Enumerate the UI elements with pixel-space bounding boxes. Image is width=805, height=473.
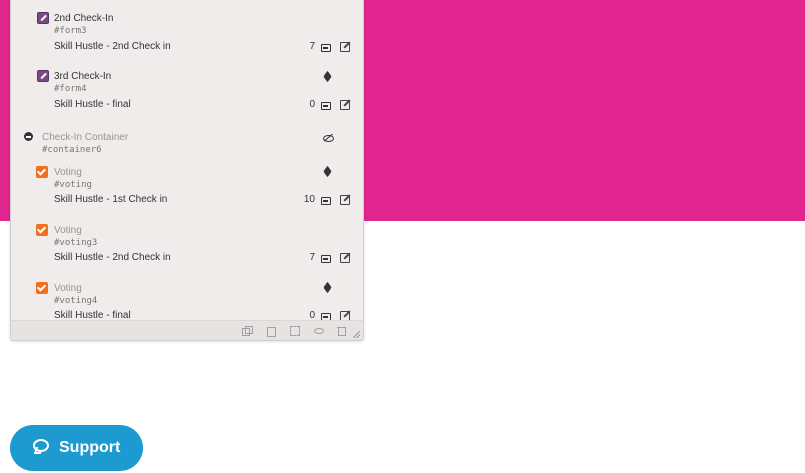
edit-icon[interactable] [339,251,351,263]
list-item-voting[interactable]: Voting #voting Skill Hustle - 1st Check … [11,160,363,216]
item-count: 7 [309,252,315,263]
list-item-form4[interactable]: 3rd Check-In #form4 Skill Hustle - final… [11,58,363,116]
item-subtitle: Skill Hustle - 2nd Check in [54,41,171,52]
edit-icon[interactable] [339,98,351,110]
inbox-icon[interactable] [320,99,332,111]
voting-checkbox-icon [36,282,48,294]
edit-icon[interactable] [339,40,351,52]
select-icon[interactable] [290,326,300,336]
inbox-icon[interactable] [320,41,332,53]
list-item-voting4[interactable]: Voting #voting4 Skill Hustle - final 0 [11,276,363,321]
item-id: #voting [54,180,92,190]
item-count: 0 [309,99,315,110]
remove-circle-icon[interactable] [24,132,33,141]
item-subtitle: Skill Hustle - final [54,99,131,110]
list-item-form3[interactable]: 2nd Check-In #form3 Skill Hustle - 2nd C… [11,0,363,58]
item-title: 3rd Check-In [54,71,112,82]
hidden-eye-icon[interactable] [322,132,334,144]
item-id: #container6 [42,145,102,155]
cube-icon[interactable] [322,166,334,178]
item-title: Voting [54,167,82,178]
paste-icon[interactable] [266,326,276,337]
item-id: #voting3 [54,238,98,248]
trash-icon[interactable] [337,326,347,336]
list-item-container6[interactable]: Check-In Container #container6 [11,126,363,158]
form-icon [37,12,49,24]
item-id: #form4 [54,84,87,94]
cube-icon[interactable] [322,71,334,83]
item-title: Voting [54,225,82,236]
list-item-voting3[interactable]: Voting #voting3 Skill Hustle - 2nd Check… [11,218,363,274]
resize-grip-icon[interactable] [353,331,360,338]
support-button[interactable]: Support [10,425,143,471]
elements-panel: 2nd Check-In #form3 Skill Hustle - 2nd C… [10,0,364,341]
voting-checkbox-icon [36,166,48,178]
support-label: Support [59,439,121,456]
item-title: 2nd Check-In [54,13,114,24]
item-count: 10 [303,194,315,205]
inbox-icon[interactable] [320,252,332,264]
form-icon [37,70,49,82]
item-title: Check-In Container [42,132,129,143]
item-count: 7 [309,41,315,52]
item-subtitle: Skill Hustle - 1st Check in [54,194,168,205]
hide-icon[interactable] [314,326,324,336]
inbox-icon[interactable] [320,194,332,206]
voting-checkbox-icon [36,224,48,236]
item-id: #form3 [54,26,87,36]
item-subtitle: Skill Hustle - 2nd Check in [54,252,171,263]
edit-icon[interactable] [339,193,351,205]
chat-bubble-icon [33,439,49,452]
item-title: Voting [54,283,82,294]
panel-toolbar [11,320,363,340]
cube-icon[interactable] [322,282,334,294]
copy-icon[interactable] [242,326,253,336]
item-id: #voting4 [54,296,98,306]
